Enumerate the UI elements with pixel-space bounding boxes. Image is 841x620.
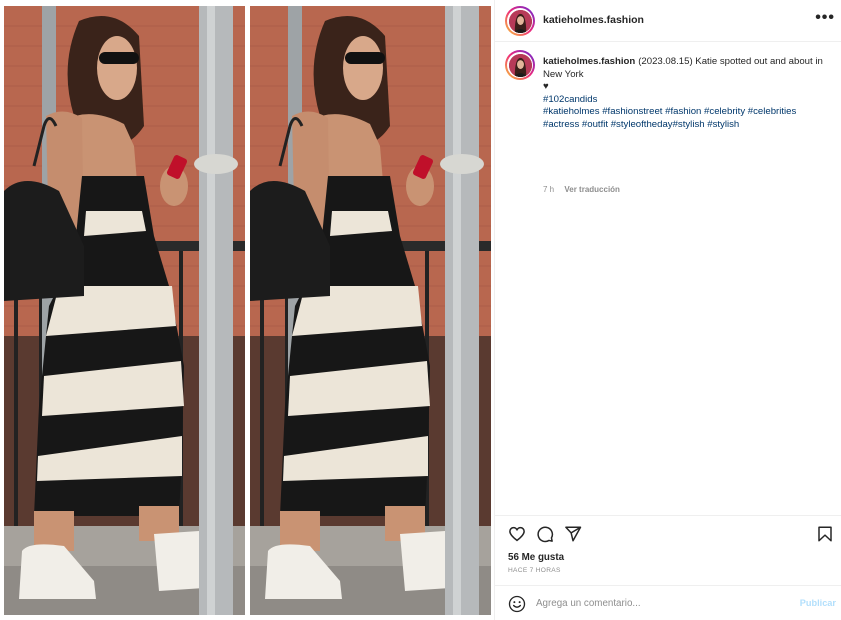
post-timestamp: HACE 7 HORAS bbox=[508, 567, 561, 574]
username-link[interactable]: katieholmes.fashion bbox=[543, 14, 644, 26]
post-media[interactable] bbox=[0, 0, 494, 620]
emoji-icon[interactable] bbox=[508, 595, 526, 613]
comment-input[interactable] bbox=[536, 594, 786, 612]
post-photo-left bbox=[4, 6, 245, 615]
caption-age: 7 h bbox=[543, 185, 555, 194]
action-bar bbox=[495, 515, 841, 551]
publish-button[interactable]: Publicar bbox=[800, 598, 836, 608]
hashtag-line[interactable]: #102candids bbox=[543, 94, 833, 107]
caption-meta: 7 h Ver traducción bbox=[543, 185, 628, 194]
comment-icon[interactable] bbox=[536, 525, 554, 543]
share-icon[interactable] bbox=[564, 525, 582, 543]
avatar[interactable] bbox=[505, 6, 535, 36]
caption-username[interactable]: katieholmes.fashion bbox=[543, 56, 635, 67]
post-photo-right bbox=[250, 6, 491, 615]
translate-link[interactable]: Ver traducción bbox=[564, 185, 620, 194]
heart-icon[interactable] bbox=[508, 525, 526, 543]
bookmark-icon[interactable] bbox=[816, 525, 834, 543]
caption-text: katieholmes.fashion (2023.08.15) Katie sp… bbox=[543, 56, 833, 132]
likes-count[interactable]: 56 Me gusta bbox=[508, 552, 564, 563]
post-header: katieholmes.fashion ••• bbox=[495, 0, 841, 42]
post-side-panel: katieholmes.fashion ••• katieholmes.fash… bbox=[494, 0, 841, 620]
heart-symbol: ♥ bbox=[543, 81, 549, 93]
comment-bar: Publicar bbox=[495, 585, 841, 620]
avatar[interactable] bbox=[505, 50, 535, 80]
hashtag-line[interactable]: #actress #outfit #styleoftheday#stylish … bbox=[543, 119, 833, 132]
hashtag-line[interactable]: #katieholmes #fashionstreet #fashion #ce… bbox=[543, 106, 833, 119]
more-horizontal-icon[interactable]: ••• bbox=[815, 9, 835, 27]
